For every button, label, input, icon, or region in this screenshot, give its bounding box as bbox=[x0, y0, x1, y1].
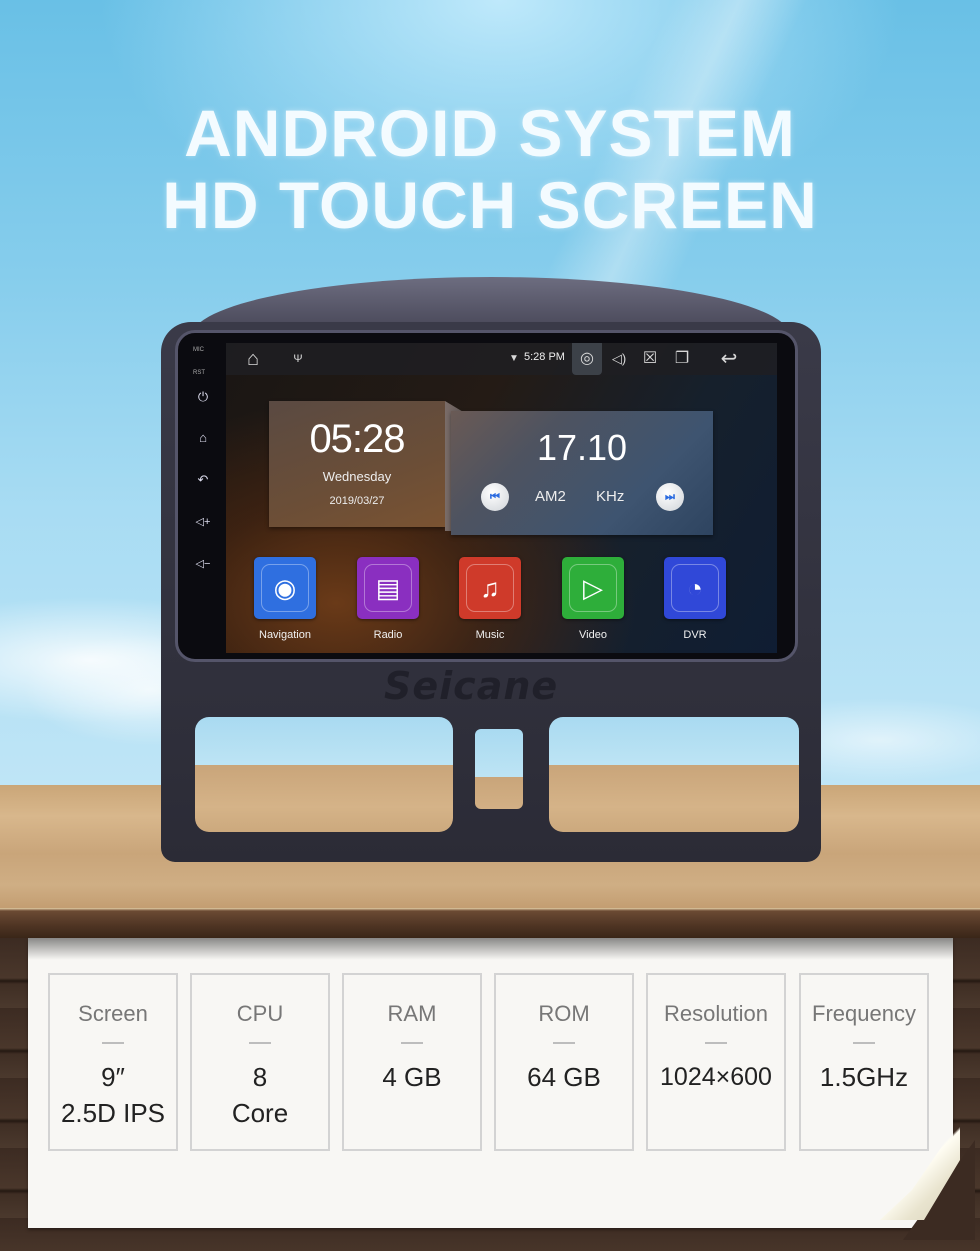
spec-ram: RAM 4 GB bbox=[342, 973, 482, 1151]
spec-label: Resolution bbox=[664, 1001, 768, 1026]
navigation-tile: ◉ bbox=[254, 557, 316, 619]
clock-day: Wednesday bbox=[322, 469, 392, 484]
power-icon[interactable]: ⏻ bbox=[193, 388, 213, 406]
back-icon[interactable]: ↩ bbox=[716, 349, 742, 369]
spec-divider bbox=[401, 1042, 423, 1044]
status-bar: ⌂ Ψ ▼ 5:28 PM ◎ ◁) ☒ ❐ ↩ bbox=[226, 343, 777, 375]
app-music[interactable]: ♫ Music bbox=[445, 557, 535, 641]
back-side-icon[interactable]: ↶ bbox=[193, 471, 213, 489]
spec-divider bbox=[102, 1042, 124, 1044]
app-dvr[interactable]: ◔ DVR bbox=[650, 557, 740, 641]
right-vent-opening bbox=[549, 717, 799, 832]
spec-value-line2: 2.5D IPS bbox=[60, 1098, 166, 1128]
spec-value: 9″ 2.5D IPS bbox=[50, 1059, 176, 1131]
clock-widget[interactable]: 05:28 Wednesday 2019/03/27 bbox=[269, 401, 445, 527]
spec-divider bbox=[553, 1042, 575, 1044]
home-icon[interactable]: ⌂ bbox=[240, 349, 266, 369]
spec-resolution: Resolution 1024×600 bbox=[646, 973, 786, 1151]
dvr-tile: ◔ bbox=[664, 557, 726, 619]
home-side-icon[interactable]: ⌂ bbox=[193, 429, 213, 447]
app-navigation[interactable]: ◉ Navigation bbox=[240, 557, 330, 641]
spec-value: 1.5GHz bbox=[819, 1062, 909, 1092]
close-icon[interactable]: ☒ bbox=[639, 349, 661, 369]
spec-divider bbox=[705, 1042, 727, 1044]
left-vent-opening bbox=[195, 717, 453, 832]
app-radio[interactable]: ▤ Radio bbox=[343, 557, 433, 641]
next-station-icon[interactable]: ⏭ bbox=[656, 483, 684, 511]
camera-icon[interactable]: ◎ bbox=[576, 349, 598, 369]
radio-widget[interactable]: 17.10 ⏮ AM2 KHz ⏭ bbox=[451, 411, 713, 535]
spec-screen: Screen 9″ 2.5D IPS bbox=[48, 973, 178, 1151]
spec-frequency: Frequency 1.5GHz bbox=[799, 973, 929, 1151]
usb-icon: Ψ bbox=[293, 353, 303, 365]
music-icon: ♫ bbox=[480, 573, 500, 603]
volume-icon[interactable]: ◁) bbox=[608, 349, 630, 369]
clock-date: 2019/03/27 bbox=[329, 495, 385, 507]
spec-cpu: CPU 8 Core bbox=[190, 973, 330, 1151]
volume-up-icon[interactable]: ◁+ bbox=[193, 513, 213, 531]
spec-value: 8 Core bbox=[192, 1059, 328, 1131]
paper-shadow bbox=[28, 938, 953, 960]
spec-value: 64 GB bbox=[527, 1062, 601, 1092]
spec-label: Frequency bbox=[812, 1001, 916, 1026]
app-launcher: ◉ Navigation ▤ Radio ♫ Music ▷ Video ◔ D… bbox=[226, 557, 777, 647]
radio-tile: ▤ bbox=[357, 557, 419, 619]
video-icon: ▷ bbox=[583, 573, 603, 603]
spec-label: RAM bbox=[387, 1001, 437, 1026]
radio-icon: ▤ bbox=[375, 573, 401, 603]
recents-icon[interactable]: ❐ bbox=[671, 349, 693, 369]
app-video[interactable]: ▷ Video bbox=[548, 557, 638, 641]
dvr-icon: ◔ bbox=[687, 573, 703, 603]
center-vent-opening bbox=[475, 729, 523, 809]
app-label: Radio bbox=[373, 629, 403, 641]
app-label: Video bbox=[579, 629, 607, 641]
table-edge bbox=[0, 908, 980, 938]
spec-label: CPU bbox=[236, 1001, 284, 1026]
headline-line-2: HD TOUCH SCREEN bbox=[162, 168, 818, 242]
radio-frequency: 17.10 bbox=[536, 427, 628, 468]
android-screen: ⌂ Ψ ▼ 5:28 PM ◎ ◁) ☒ ❐ ↩ 05:28 Wednesday… bbox=[226, 343, 777, 653]
headline-line-1: ANDROID SYSTEM bbox=[184, 96, 796, 170]
brand-logo: Seicane bbox=[384, 664, 559, 708]
spec-value: 1024×600 bbox=[660, 1063, 772, 1091]
spec-rom: ROM 64 GB bbox=[494, 973, 634, 1151]
wifi-icon: ▼ bbox=[509, 353, 519, 364]
radio-controls: ⏮ AM2 KHz ⏭ bbox=[451, 483, 713, 511]
status-time: 5:28 PM bbox=[524, 351, 565, 363]
spec-label: ROM bbox=[538, 1001, 590, 1026]
radio-band: AM2 bbox=[535, 488, 566, 505]
music-tile: ♫ bbox=[459, 557, 521, 619]
spec-value-line1: 9″ bbox=[101, 1062, 125, 1092]
rst-label: RST bbox=[193, 370, 205, 376]
video-tile: ▷ bbox=[562, 557, 624, 619]
navigation-icon: ◉ bbox=[273, 573, 297, 603]
spec-value: 4 GB bbox=[382, 1062, 442, 1092]
app-label: Music bbox=[475, 629, 505, 641]
spec-label: Screen bbox=[78, 1001, 148, 1026]
mic-label: MIC bbox=[193, 347, 204, 353]
app-label: DVR bbox=[683, 629, 707, 641]
spec-value-line2: Core bbox=[231, 1098, 289, 1128]
spec-divider bbox=[853, 1042, 875, 1044]
spec-divider bbox=[249, 1042, 271, 1044]
spec-list: Screen 9″ 2.5D IPS CPU 8 Core RAM 4 GB ROM… bbox=[48, 973, 930, 1153]
clock-time: 05:28 bbox=[309, 417, 405, 461]
spec-value-line1: 8 bbox=[252, 1062, 268, 1092]
app-label: Navigation bbox=[259, 629, 311, 641]
radio-unit: KHz bbox=[596, 488, 625, 505]
volume-down-icon[interactable]: ◁− bbox=[193, 555, 213, 573]
previous-station-icon[interactable]: ⏮ bbox=[481, 483, 509, 511]
